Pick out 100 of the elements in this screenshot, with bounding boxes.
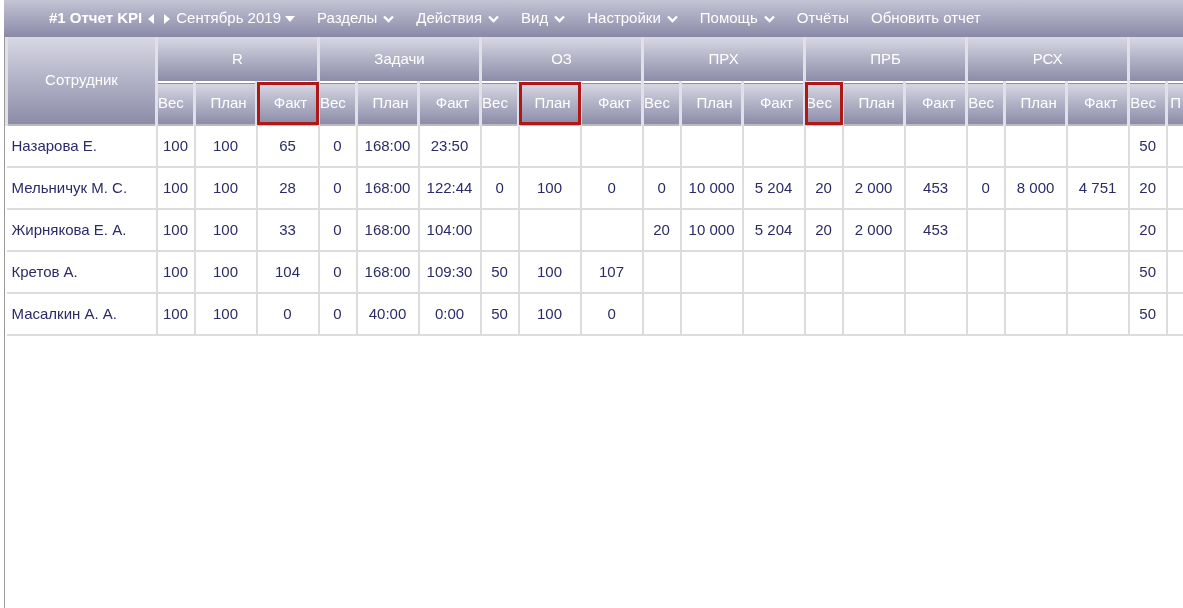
table-cell: 20 [804, 209, 843, 251]
table-cell: 50 [480, 251, 519, 293]
table-cell: 104 [256, 251, 319, 293]
menu-item[interactable]: Вид [521, 7, 566, 30]
table-cell: 107 [580, 251, 643, 293]
next-arrow-icon[interactable] [164, 13, 171, 24]
report-title: #1 Отчет KPI [49, 8, 143, 29]
column-header[interactable]: План [518, 82, 581, 125]
table-cell: 65 [256, 125, 319, 167]
chevron-down-icon [763, 14, 775, 23]
table-cell: 28 [256, 167, 319, 209]
column-header[interactable]: Вес [318, 82, 357, 125]
table-cell: 100 [156, 125, 195, 167]
column-header[interactable]: Вес [1128, 82, 1167, 125]
group-header: Задачи [318, 37, 481, 82]
table-cell: 33 [256, 209, 319, 251]
group-header: ПРХ [642, 37, 805, 82]
period-dropdown[interactable]: Сентябрь 2019 [176, 7, 295, 30]
table-cell: 5 204 [742, 167, 805, 209]
employee-name[interactable]: Масалкин А. А. [6, 293, 157, 335]
table-cell: 50 [1128, 293, 1167, 335]
employee-name[interactable]: Назарова Е. [6, 125, 157, 167]
table-cell: 4 751 [1066, 167, 1129, 209]
column-header[interactable]: Факт [256, 82, 319, 125]
table-cell: 104:00 [418, 209, 481, 251]
table-cell: 20 [1128, 209, 1167, 251]
group-header: R [156, 37, 319, 82]
menu-item[interactable]: Помощь [699, 7, 775, 30]
employee-name[interactable]: Жирнякова Е. А. [6, 209, 157, 251]
table-cell: 453 [904, 209, 967, 251]
table-cell: 23:50 [418, 125, 481, 167]
group-header: РСХ [966, 37, 1129, 82]
table-cell: 100 [518, 167, 581, 209]
table-cell: 100 [156, 167, 195, 209]
table-cell: 0 [318, 293, 357, 335]
table-cell: 0 [480, 167, 519, 209]
caret-icon [285, 15, 295, 22]
table-cell: 50 [1128, 251, 1167, 293]
table-cell: 100 [156, 251, 195, 293]
column-header[interactable]: План [194, 82, 257, 125]
table-cell: 50 [1128, 125, 1167, 167]
column-header[interactable]: Факт [418, 82, 481, 125]
column-header[interactable]: План [356, 82, 419, 125]
table-cell: 100 [194, 251, 257, 293]
column-header[interactable]: План [680, 82, 743, 125]
chevron-down-icon [383, 14, 395, 23]
table-cell: 0 [256, 293, 319, 335]
chevron-down-icon [554, 14, 566, 23]
employee-name[interactable]: Кретов А. [6, 251, 157, 293]
table-cell: 20 [642, 209, 681, 251]
column-header[interactable]: Вес [642, 82, 681, 125]
menu-item[interactable]: Разделы [317, 7, 395, 30]
menu-item[interactable]: Настройки [587, 7, 678, 30]
table-cell: 100 [156, 293, 195, 335]
column-header[interactable]: Факт [904, 82, 967, 125]
chevron-down-icon [488, 14, 500, 23]
chevron-down-icon [666, 14, 678, 23]
table-cell: 0 [318, 167, 357, 209]
column-header[interactable]: Сотрудник [6, 37, 157, 125]
table-cell: 100 [194, 125, 257, 167]
table-cell: 40:00 [356, 293, 419, 335]
table-cell: 168:00 [356, 251, 419, 293]
table-cell: 50 [480, 293, 519, 335]
column-header[interactable]: Факт [580, 82, 643, 125]
column-header[interactable]: Вес [156, 82, 195, 125]
table-cell: 100 [518, 251, 581, 293]
table-cell: 100 [194, 209, 257, 251]
column-header[interactable]: Вес [966, 82, 1005, 125]
table-cell: 453 [904, 167, 967, 209]
table-cell: 5 204 [742, 209, 805, 251]
table-cell: 109:30 [418, 251, 481, 293]
table-cell: 122:44 [418, 167, 481, 209]
table-cell: 0:00 [418, 293, 481, 335]
column-header[interactable]: Вес [480, 82, 519, 125]
table-cell: 20 [1128, 167, 1167, 209]
table-cell: 20 [804, 167, 843, 209]
previous-arrow-icon[interactable] [148, 13, 155, 24]
employee-name[interactable]: Мельничук М. С. [6, 167, 157, 209]
group-header: ОЗ [480, 37, 643, 82]
column-header[interactable]: Факт [742, 82, 805, 125]
menu-item[interactable]: Отчёты [796, 7, 850, 30]
table-cell: 10 000 [680, 209, 743, 251]
table-cell: 0 [318, 251, 357, 293]
table-cell: 100 [194, 167, 257, 209]
table-cell: 168:00 [356, 125, 419, 167]
table-cell: 100 [194, 293, 257, 335]
table-cell: 0 [318, 209, 357, 251]
column-header[interactable]: План [842, 82, 905, 125]
table-cell: 2 000 [842, 209, 905, 251]
group-header: ПРБ [804, 37, 967, 82]
column-header[interactable]: План [1004, 82, 1067, 125]
menu-item[interactable]: Действия [416, 7, 500, 30]
table-cell: 168:00 [356, 167, 419, 209]
table-cell: 8 000 [1004, 167, 1067, 209]
table-cell: 0 [966, 167, 1005, 209]
menu-item[interactable]: Обновить отчет [871, 7, 981, 30]
table-cell: 0 [318, 125, 357, 167]
table-cell: 0 [580, 293, 643, 335]
column-header[interactable]: Факт [1066, 82, 1129, 125]
table-cell: 0 [642, 167, 681, 209]
